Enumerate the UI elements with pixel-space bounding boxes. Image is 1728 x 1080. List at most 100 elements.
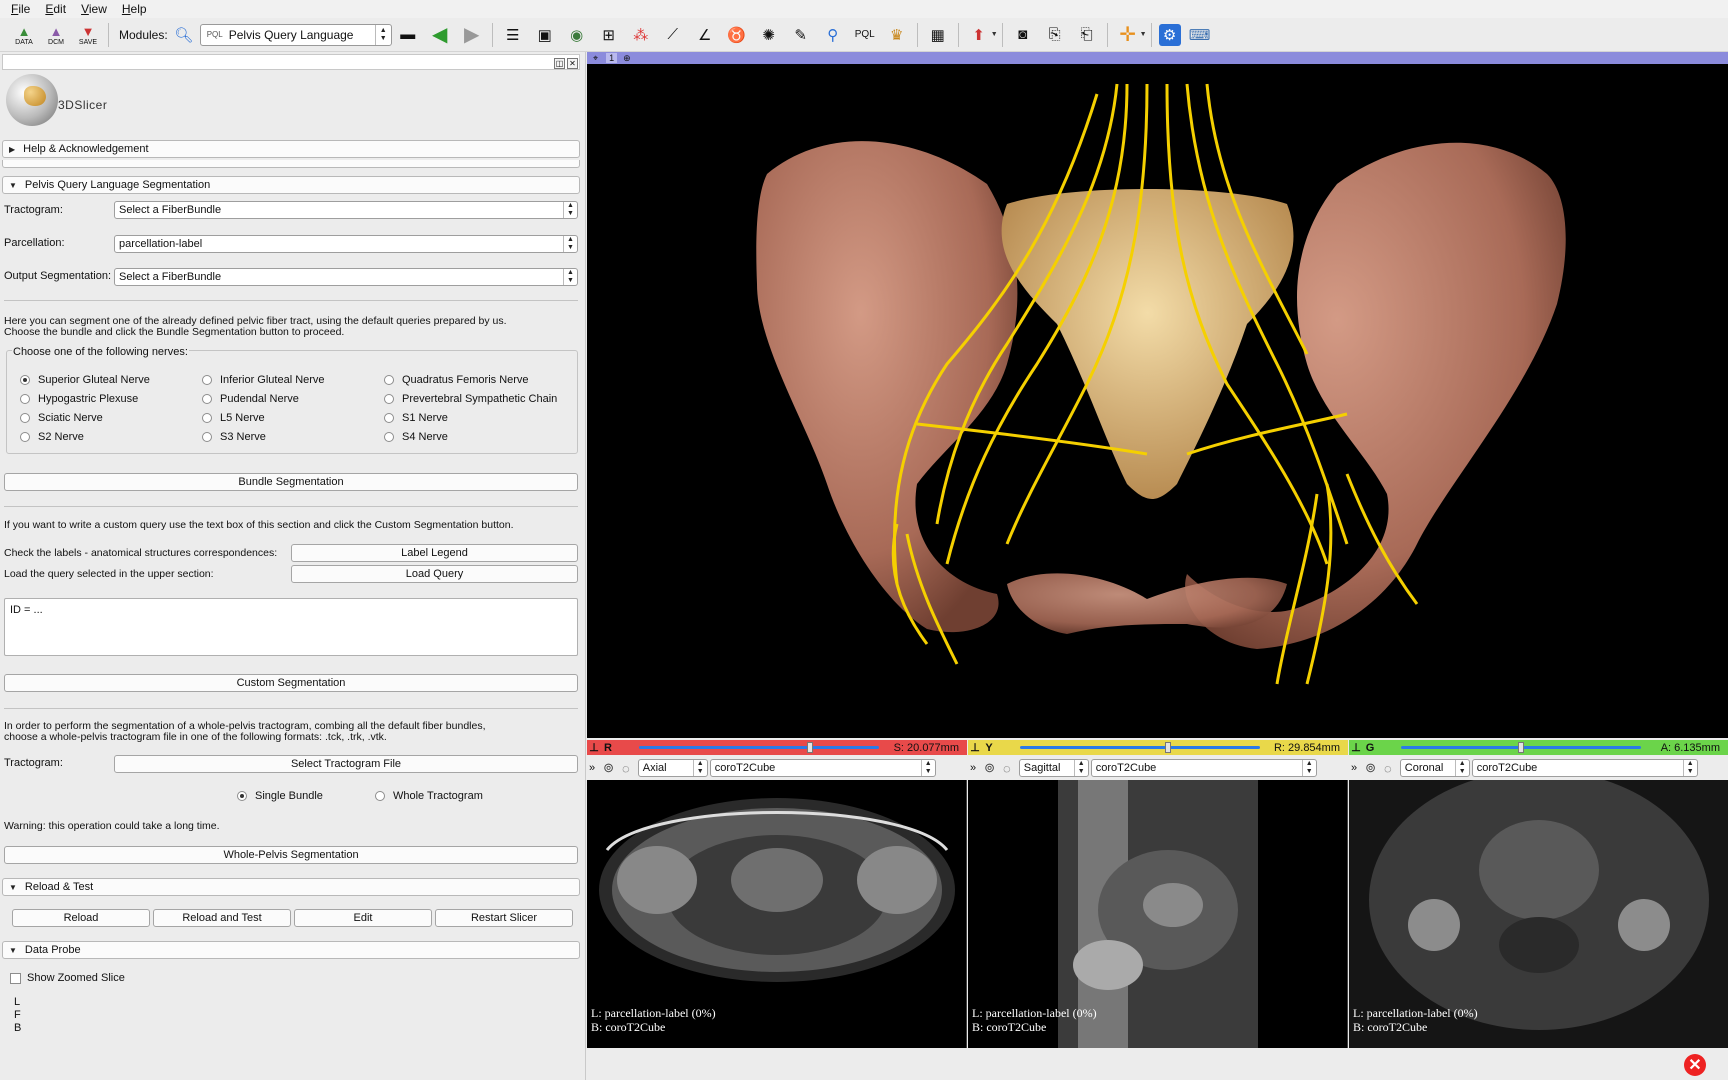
link-icon[interactable]: ⊚ [984, 760, 995, 776]
query-textbox[interactable]: ID = ... [4, 598, 578, 656]
label-legend-button[interactable]: Label Legend [291, 544, 578, 562]
yellow-orientation-select[interactable]: Sagittal ▲ ▼ [1018, 759, 1089, 777]
angle-icon[interactable]: ∠ [692, 22, 718, 48]
module-search-icon[interactable]: 🔍︎ [174, 22, 193, 48]
models-module-icon[interactable]: ◉ [564, 22, 590, 48]
axial-slice-view[interactable]: L: parcellation-label (0%) B: coroT2Cube [587, 780, 967, 1048]
green-slice-slider[interactable] [1401, 742, 1641, 753]
custom-segmentation-button[interactable]: Custom Segmentation [4, 674, 578, 692]
radio-l5[interactable]: L5 Nerve [202, 412, 265, 424]
slider-thumb[interactable] [1518, 742, 1524, 753]
figure-icon[interactable]: ⚲ [820, 22, 846, 48]
python-console-icon[interactable]: ⌨ [1187, 22, 1213, 48]
error-log-icon[interactable]: ✕ [1684, 1054, 1706, 1076]
pql-module-button[interactable]: PQL [852, 22, 878, 48]
screenshot-icon[interactable]: ◙ [1010, 22, 1036, 48]
extension-icon[interactable]: ♛ [884, 22, 910, 48]
expand-chevron-icon[interactable]: » [970, 762, 976, 774]
dicom-icon[interactable]: ▲ DCM [43, 22, 69, 48]
back-arrow-icon[interactable]: ◀ [427, 22, 453, 48]
radio-prevertebral[interactable]: Prevertebral Sympathetic Chain [384, 393, 557, 405]
expand-chevron-icon[interactable]: » [589, 762, 595, 774]
red-volume-select[interactable]: coroT2Cube ▲ ▼ [709, 759, 936, 777]
close-icon[interactable]: ✕ [567, 58, 578, 69]
chevron-down-icon[interactable]: ▼ [991, 31, 998, 38]
link-icon[interactable]: ⊚ [603, 760, 614, 776]
radio-single-bundle[interactable]: Single Bundle [237, 790, 323, 802]
pin-icon[interactable]: ⌖ [593, 53, 598, 64]
markups-module-icon[interactable]: ⁂ [628, 22, 654, 48]
save-icon[interactable]: ▼ SAVE [75, 22, 101, 48]
module-selector[interactable]: PQL Pelvis Query Language ▲ ▼ [199, 23, 392, 46]
pin-icon[interactable]: ⊥ [968, 740, 982, 755]
eye-icon[interactable]: ◌ [1384, 761, 1392, 776]
3d-view[interactable]: ⌖ 1 ⊕ [587, 52, 1728, 738]
whole-pelvis-segmentation-button[interactable]: Whole-Pelvis Segmentation [4, 846, 578, 864]
panel-search-bar[interactable]: ◫ ✕ [2, 54, 580, 70]
pelvis-icon[interactable]: ♉ [724, 22, 750, 48]
section-reload[interactable]: ▼ Reload & Test [2, 878, 580, 896]
section-data-probe[interactable]: ▼ Data Probe [2, 941, 580, 959]
menu-file[interactable]: File [11, 2, 30, 16]
data-module-icon[interactable]: ☰ [500, 22, 526, 48]
link-icon[interactable]: ⊚ [1365, 760, 1376, 776]
menu-help[interactable]: Help [122, 2, 147, 16]
radio-s1[interactable]: S1 Nerve [384, 412, 448, 424]
ruler-icon[interactable]: ⟋ [660, 22, 686, 48]
menu-view[interactable]: View [81, 2, 107, 16]
radio-whole-tractogram[interactable]: Whole Tractogram [375, 790, 483, 802]
yellow-volume-select[interactable]: coroT2Cube ▲ ▼ [1090, 759, 1317, 777]
radio-pudendal[interactable]: Pudendal Nerve [202, 393, 299, 405]
module-history-icon[interactable]: ▬ [395, 22, 421, 48]
show-zoomed-slice-checkbox[interactable]: Show Zoomed Slice [10, 972, 125, 984]
slider-thumb[interactable] [807, 742, 814, 753]
menu-edit[interactable]: Edit [45, 2, 66, 16]
red-slice-slider[interactable] [639, 742, 879, 753]
pen-icon[interactable]: ✎ [788, 22, 814, 48]
eye-icon[interactable]: ◌ [1003, 761, 1011, 776]
volumes-module-icon[interactable]: ▣ [532, 22, 558, 48]
coronal-slice-view[interactable]: L: parcellation-label (0%) B: coroT2Cube [1349, 780, 1728, 1048]
extension-manager-icon[interactable]: ⚙ [1158, 23, 1181, 46]
pin-icon[interactable]: ⊥ [587, 740, 601, 755]
section-pql[interactable]: ▼ Pelvis Query Language Segmentation [2, 176, 580, 194]
output-segmentation-select[interactable]: Select a FiberBundle ▲ ▼ [114, 268, 578, 286]
radio-s3[interactable]: S3 Nerve [202, 431, 266, 443]
sagittal-slice-view[interactable]: L: parcellation-label (0%) B: coroT2Cube [968, 780, 1348, 1048]
radio-sciatic[interactable]: Sciatic Nerve [20, 412, 103, 424]
load-query-button[interactable]: Load Query [291, 565, 578, 583]
radio-s4[interactable]: S4 Nerve [384, 431, 448, 443]
reload-and-test-button[interactable]: Reload and Test [153, 909, 291, 927]
select-tractogram-button[interactable]: Select Tractogram File [114, 755, 578, 773]
radio-inferior-gluteal[interactable]: Inferior Gluteal Nerve [202, 374, 325, 386]
parcellation-select[interactable]: parcellation-label ▲ ▼ [114, 235, 578, 253]
slider-thumb[interactable] [1165, 742, 1172, 753]
yellow-slice-slider[interactable] [1020, 742, 1260, 753]
restart-slicer-button[interactable]: Restart Slicer [435, 909, 573, 927]
mouse-mode-icon[interactable]: ⬆ [966, 22, 992, 48]
reload-button[interactable]: Reload [12, 909, 150, 927]
radio-hypogastric[interactable]: Hypogastric Plexuse [20, 393, 138, 405]
edit-button[interactable]: Edit [294, 909, 432, 927]
radio-superior-gluteal[interactable]: Superior Gluteal Nerve [20, 374, 150, 386]
section-help[interactable]: ▶ Help & Acknowledgement [2, 140, 580, 158]
radio-s2[interactable]: S2 Nerve [20, 431, 84, 443]
green-orientation-select[interactable]: Coronal ▲ ▼ [1399, 759, 1470, 777]
tractogram-select[interactable]: Select a FiberBundle ▲ ▼ [114, 201, 578, 219]
pin-icon[interactable]: ⊥ [1349, 740, 1363, 755]
layout-icon[interactable]: ▦ [925, 22, 951, 48]
scene-view-icon[interactable]: ⎘ [1042, 22, 1068, 48]
diffusion-icon[interactable]: ✺ [756, 22, 782, 48]
view-settings-icon[interactable]: ⊕ [623, 53, 631, 64]
expand-chevron-icon[interactable]: » [1351, 762, 1357, 774]
green-volume-select[interactable]: coroT2Cube ▲ ▼ [1471, 759, 1698, 777]
load-data-icon[interactable]: ▲ DATA [11, 22, 37, 48]
chevron-down-icon[interactable]: ▼ [1140, 31, 1147, 38]
radio-quadratus-femoris[interactable]: Quadratus Femoris Nerve [384, 374, 529, 386]
bundle-segmentation-button[interactable]: Bundle Segmentation [4, 473, 578, 491]
transforms-module-icon[interactable]: ⊞ [596, 22, 622, 48]
forward-arrow-icon[interactable]: ▶ [459, 22, 485, 48]
crosshair-icon[interactable]: ✛ [1115, 22, 1141, 48]
float-icon[interactable]: ◫ [554, 58, 565, 69]
eye-icon[interactable]: ◌ [622, 761, 630, 776]
